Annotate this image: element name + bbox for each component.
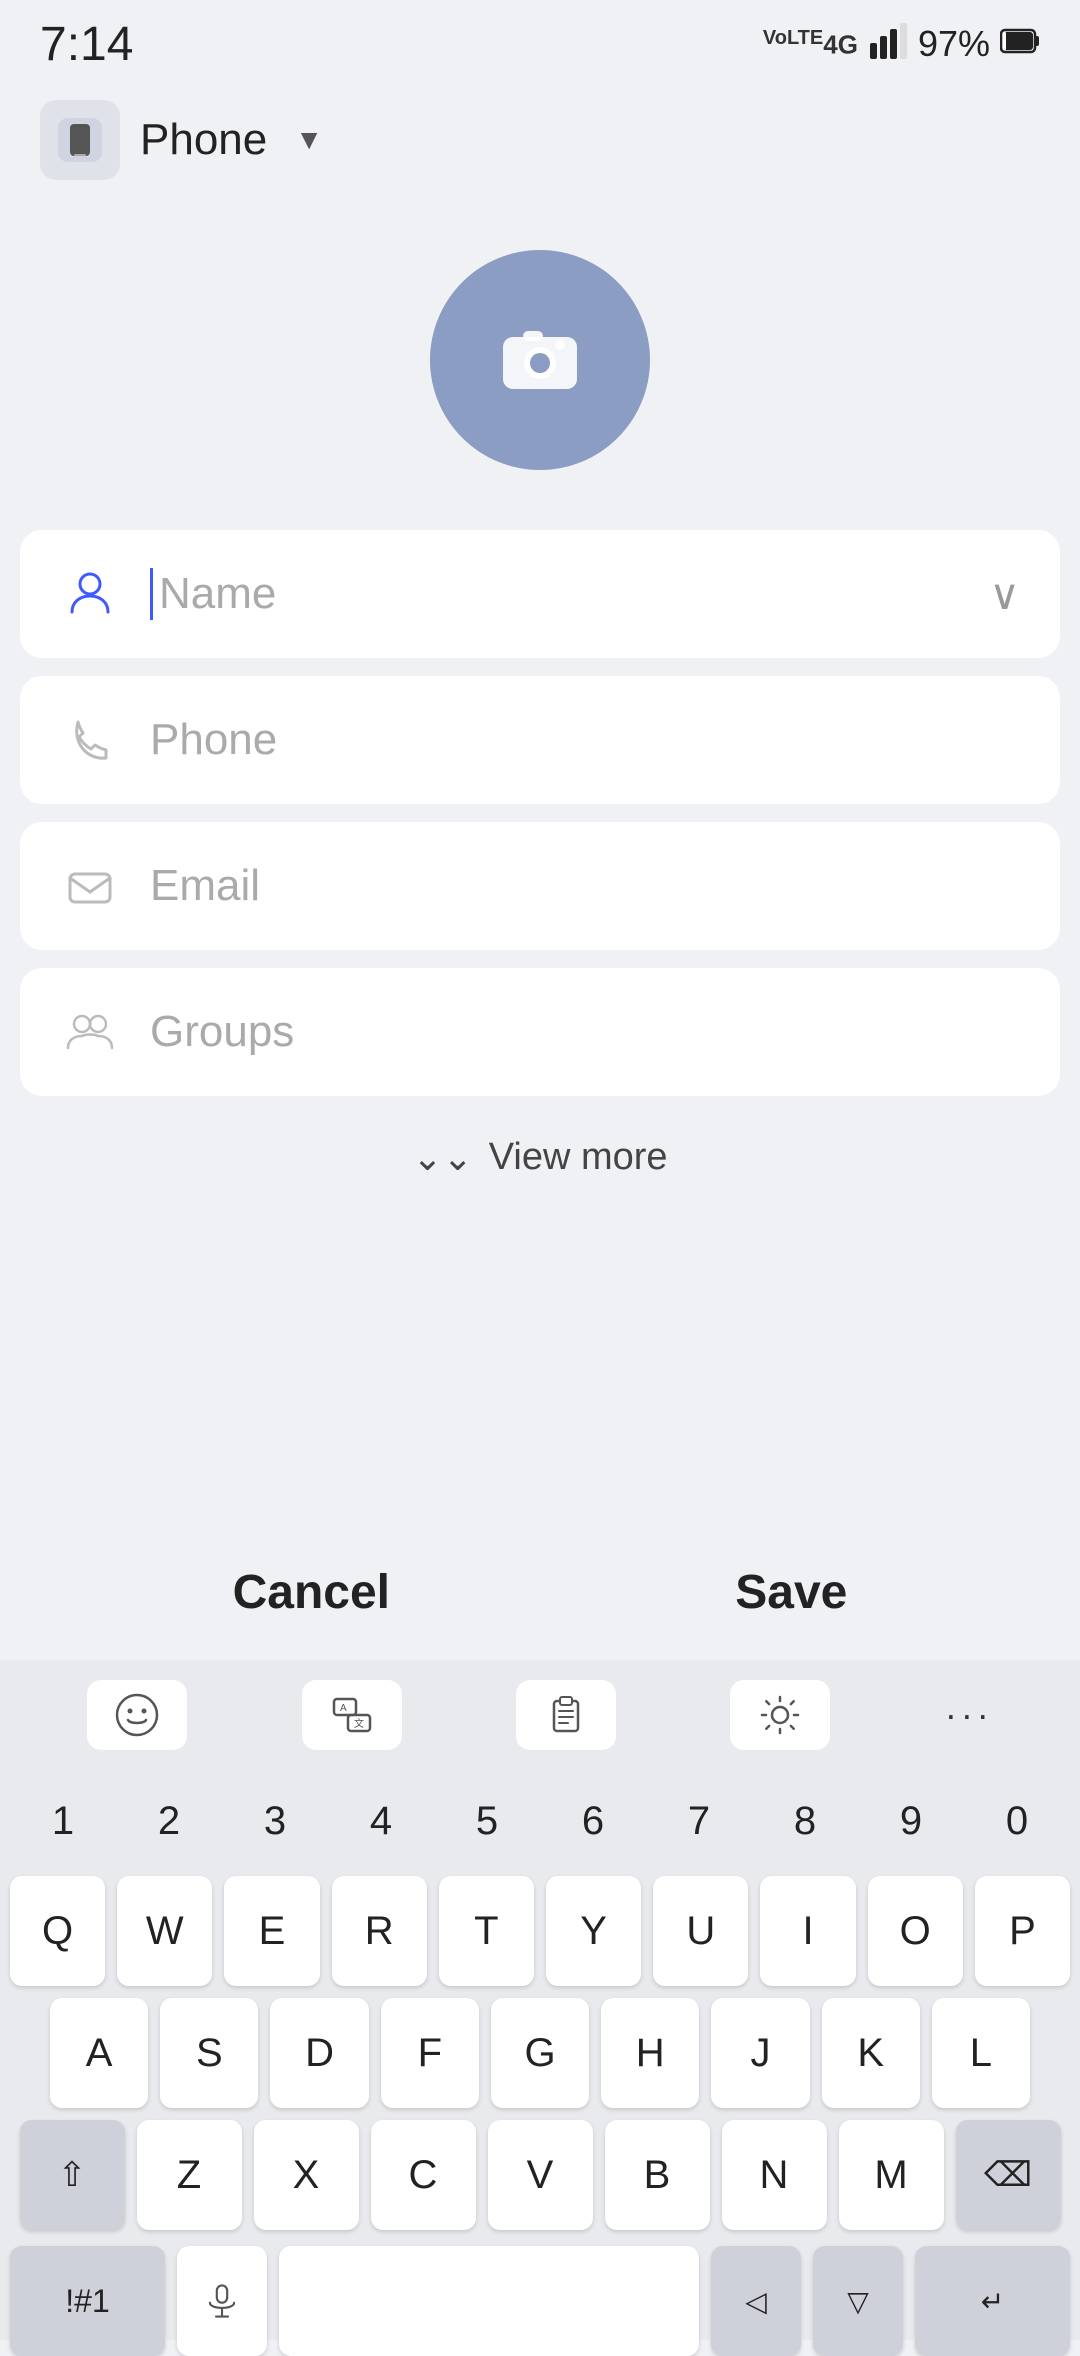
view-more-label: View more — [489, 1136, 668, 1179]
email-field-row[interactable] — [20, 822, 1060, 950]
top-bar[interactable]: Phone ▼ — [0, 80, 1080, 200]
number-row: 1 2 3 4 5 6 7 8 9 0 — [0, 1770, 1080, 1872]
avatar-area[interactable] — [0, 200, 1080, 530]
key-4[interactable]: 4 — [328, 1776, 434, 1866]
groups-field-row[interactable] — [20, 968, 1060, 1096]
key-5[interactable]: 5 — [434, 1776, 540, 1866]
name-field-row[interactable]: Name ∨ — [20, 530, 1060, 658]
email-icon — [60, 860, 120, 912]
key-h[interactable]: H — [601, 1998, 699, 2108]
key-j[interactable]: J — [711, 1998, 809, 2108]
key-k[interactable]: K — [822, 1998, 920, 2108]
cancel-button[interactable]: Cancel — [173, 1545, 450, 1640]
key-z[interactable]: Z — [137, 2120, 242, 2230]
shift-key[interactable]: ⇧ — [20, 2120, 125, 2230]
phone-input[interactable] — [150, 715, 1020, 765]
network-indicator: VoLTE4G — [763, 27, 858, 61]
key-9[interactable]: 9 — [858, 1776, 964, 1866]
key-b[interactable]: B — [605, 2120, 710, 2230]
more-options-icon[interactable]: ··· — [945, 1694, 993, 1736]
view-more-button[interactable]: ⌄⌄ View more — [0, 1096, 1080, 1199]
name-input-wrapper[interactable]: Name — [150, 568, 959, 620]
dropdown-arrow[interactable]: ▼ — [295, 124, 323, 156]
key-e[interactable]: E — [224, 1876, 319, 1986]
row-2: A S D F G H J K L — [10, 1998, 1070, 2108]
key-p[interactable]: P — [975, 1876, 1070, 1986]
key-a[interactable]: A — [50, 1998, 148, 2108]
battery-icon — [1000, 26, 1040, 63]
key-1[interactable]: 1 — [10, 1776, 116, 1866]
backspace-key[interactable]: ⌫ — [956, 2120, 1061, 2230]
letter-rows: Q W E R T Y U I O P A S D F G H J K L ⇧ … — [0, 1872, 1080, 2246]
status-bar: 7:14 VoLTE4G 97% — [0, 0, 1080, 80]
phone-app-icon — [40, 100, 120, 180]
key-l[interactable]: L — [932, 1998, 1030, 2108]
row-3: ⇧ Z X C V B N M ⌫ — [10, 2120, 1070, 2230]
key-u[interactable]: U — [653, 1876, 748, 1986]
settings-button[interactable] — [730, 1680, 830, 1750]
person-icon — [60, 568, 120, 620]
email-input[interactable] — [150, 861, 1020, 911]
key-y[interactable]: Y — [546, 1876, 641, 1986]
key-m[interactable]: M — [839, 2120, 944, 2230]
key-q[interactable]: Q — [10, 1876, 105, 1986]
clipboard-button[interactable] — [516, 1680, 616, 1750]
keyboard: A 文 ··· 1 2 3 4 5 6 7 8 — [0, 1660, 1080, 2340]
key-2[interactable]: 2 — [116, 1776, 222, 1866]
keyboard-toolbar: A 文 ··· — [0, 1660, 1080, 1770]
key-t[interactable]: T — [439, 1876, 534, 1986]
text-cursor — [150, 568, 153, 620]
key-c[interactable]: C — [371, 2120, 476, 2230]
key-6[interactable]: 6 — [540, 1776, 646, 1866]
key-g[interactable]: G — [491, 1998, 589, 2108]
groups-input[interactable] — [150, 1007, 1020, 1057]
key-s[interactable]: S — [160, 1998, 258, 2108]
camera-icon — [495, 315, 585, 405]
name-chevron-icon[interactable]: ∨ — [989, 570, 1020, 619]
key-i[interactable]: I — [760, 1876, 855, 1986]
key-3[interactable]: 3 — [222, 1776, 328, 1866]
key-x[interactable]: X — [254, 2120, 359, 2230]
battery-text: 97% — [918, 23, 990, 65]
row-1: Q W E R T Y U I O P — [10, 1876, 1070, 1986]
signal-icon — [868, 23, 908, 66]
avatar-photo-button[interactable] — [430, 250, 650, 470]
key-n[interactable]: N — [722, 2120, 827, 2230]
key-f[interactable]: F — [381, 1998, 479, 2108]
phone-label: Phone — [140, 115, 267, 165]
key-d[interactable]: D — [270, 1998, 368, 2108]
key-v[interactable]: V — [488, 2120, 593, 2230]
action-bar: Cancel Save — [0, 1525, 1080, 1660]
phone-field-icon — [60, 714, 120, 766]
key-7[interactable]: 7 — [646, 1776, 752, 1866]
save-button[interactable]: Save — [675, 1545, 907, 1640]
key-w[interactable]: W — [117, 1876, 212, 1986]
status-time: 7:14 — [40, 17, 133, 72]
svg-text:文: 文 — [354, 1717, 364, 1730]
svg-text:A: A — [340, 1703, 347, 1714]
name-placeholder: Name — [159, 569, 276, 619]
translate-button[interactable]: A 文 — [302, 1680, 402, 1750]
form-section: Name ∨ — [0, 530, 1080, 1096]
key-8[interactable]: 8 — [752, 1776, 858, 1866]
emoji-button[interactable] — [87, 1680, 187, 1750]
phone-field-row[interactable] — [20, 676, 1060, 804]
status-icons: VoLTE4G 97% — [763, 23, 1040, 66]
view-more-chevron-icon: ⌄⌄ — [412, 1137, 472, 1179]
key-o[interactable]: O — [868, 1876, 963, 1986]
key-r[interactable]: R — [332, 1876, 427, 1986]
key-0[interactable]: 0 — [964, 1776, 1070, 1866]
groups-icon — [60, 1006, 120, 1058]
